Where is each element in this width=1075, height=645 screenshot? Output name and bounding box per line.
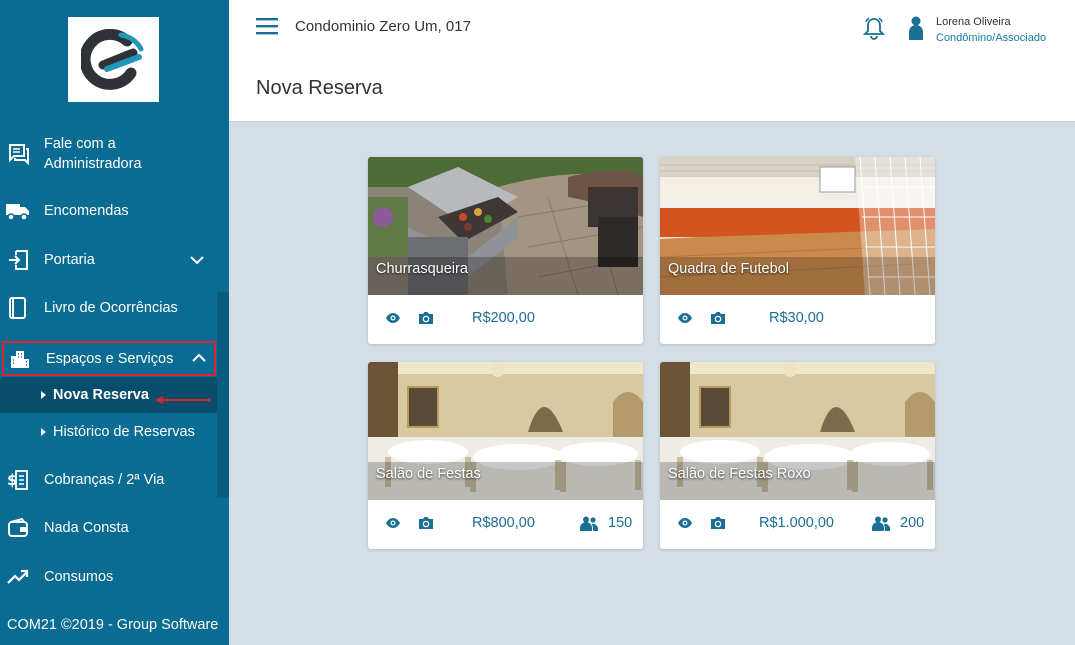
sidebar-subitem-label: Histórico de Reservas (53, 424, 195, 440)
space-card-churrasqueira[interactable]: Churrasqueira R$200,00 (368, 157, 643, 344)
space-card-salao-de-festas[interactable]: Salão de Festas R$800,00 150 (368, 362, 643, 549)
eye-icon[interactable] (385, 312, 401, 324)
sidebar-subitem-label: Nova Reserva (53, 387, 149, 403)
space-price: R$800,00 (472, 515, 535, 531)
space-name: Churrasqueira (376, 261, 468, 277)
sidebar-item-label: Fale com a (44, 136, 116, 152)
people-icon (872, 516, 890, 531)
chat-icon (6, 142, 30, 166)
red-arrow-annotation (155, 396, 211, 404)
sidebar-item-livro-de-ocorrencias[interactable]: Livro de Ocorrências (0, 296, 229, 320)
sidebar-item-espacos-e-servicos[interactable]: Espaços e Serviços (2, 341, 216, 376)
camera-icon[interactable] (418, 310, 434, 325)
card-actions: R$200,00 (368, 295, 643, 344)
wallet-icon (6, 516, 30, 540)
sidebar-item-label: Nada Consta (44, 520, 129, 536)
caret-right-icon (41, 428, 46, 436)
user-icon[interactable] (907, 16, 925, 40)
space-capacity: 200 (900, 515, 925, 531)
menu-icon[interactable] (256, 18, 278, 35)
space-name: Salão de Festas (376, 466, 481, 482)
space-card-quadra-de-futebol[interactable]: Quadra de Futebol R$30,00 (660, 157, 935, 344)
sidebar-item-portaria[interactable]: Portaria (0, 248, 229, 272)
space-name: Salão de Festas Roxo (668, 466, 811, 482)
sidebar-item-label: Espaços e Serviços (46, 351, 174, 367)
header: Condominio Zero Um, 017 Lorena Oliveira … (229, 0, 1075, 122)
sidebar-item-fale-com-administradora[interactable]: Fale com a Administradora (0, 134, 229, 174)
sidebar: Fale com a Administradora Encomendas Por… (0, 0, 229, 645)
camera-icon[interactable] (710, 310, 726, 325)
eye-icon[interactable] (677, 312, 693, 324)
condominium-name[interactable]: Condominio Zero Um, 017 (295, 18, 471, 35)
space-price: R$30,00 (769, 310, 824, 326)
logo-icon (80, 28, 143, 90)
people-icon (580, 516, 598, 531)
sidebar-item-nada-consta[interactable]: Nada Consta (0, 516, 229, 540)
space-name: Quadra de Futebol (668, 261, 789, 277)
eye-icon[interactable] (677, 517, 693, 529)
camera-icon[interactable] (418, 515, 434, 530)
sidebar-item-encomendas[interactable]: Encomendas (0, 199, 229, 223)
sidebar-subitem-historico-de-reservas[interactable]: Histórico de Reservas (0, 414, 217, 450)
card-actions: R$800,00 150 (368, 500, 643, 549)
invoice-icon: $ (6, 468, 30, 492)
space-price: R$200,00 (472, 310, 535, 326)
user-name[interactable]: Lorena Oliveira (936, 16, 1011, 28)
space-price: R$1.000,00 (759, 515, 834, 531)
camera-icon[interactable] (710, 515, 726, 530)
card-actions: R$30,00 (660, 295, 935, 344)
bell-icon[interactable] (863, 16, 885, 40)
eye-icon[interactable] (385, 517, 401, 529)
sidebar-item-label: Consumos (44, 569, 114, 585)
sidebar-item-cobrancas[interactable]: $ Cobranças / 2ª Via (0, 468, 229, 492)
chevron-up-icon[interactable] (190, 349, 208, 367)
book-icon (6, 296, 30, 320)
building-icon (8, 347, 32, 371)
space-card-salao-de-festas-roxo[interactable]: Salão de Festas Roxo R$1.000,00 200 (660, 362, 935, 549)
sidebar-item-label: Encomendas (44, 203, 129, 219)
caret-right-icon (41, 391, 46, 399)
trending-up-icon (6, 565, 30, 589)
user-role: Condômino/Associado (936, 32, 1047, 44)
truck-icon (5, 199, 31, 223)
card-actions: R$1.000,00 200 (660, 500, 935, 549)
chevron-down-icon[interactable] (188, 251, 206, 269)
space-capacity: 150 (608, 515, 633, 531)
sidebar-item-label: Portaria (44, 252, 95, 268)
sidebar-footer: COM21 ©2019 - Group Software (7, 617, 219, 633)
page-title: Nova Reserva (256, 77, 383, 99)
sidebar-item-label: Administradora (44, 156, 142, 172)
sidebar-item-consumos[interactable]: Consumos (0, 565, 229, 589)
logo[interactable] (68, 17, 159, 102)
sidebar-item-label: Cobranças / 2ª Via (44, 472, 165, 488)
sidebar-item-label: Livro de Ocorrências (44, 300, 178, 316)
door-enter-icon (6, 248, 30, 272)
